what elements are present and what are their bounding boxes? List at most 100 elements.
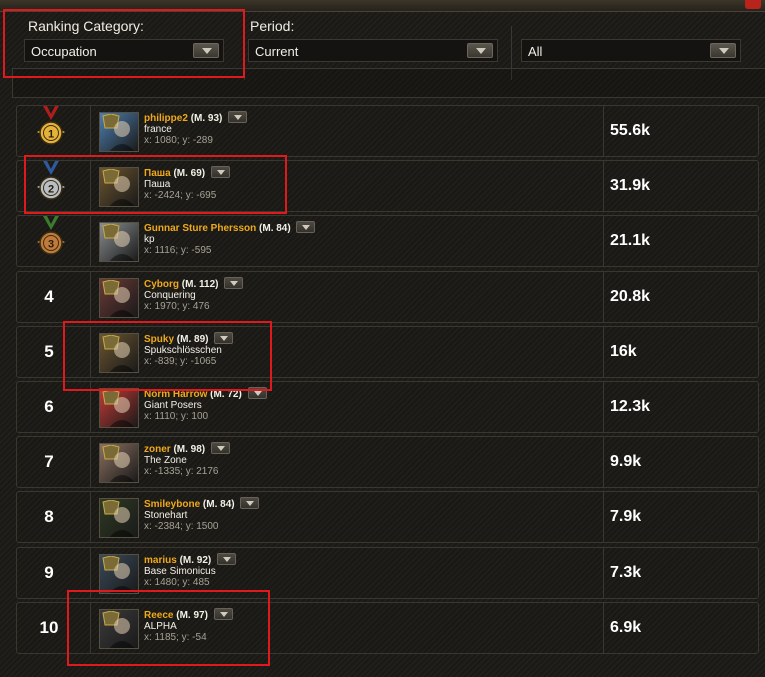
player-name[interactable]: Smileybone: [144, 499, 200, 510]
filter-bar: Ranking Category: Occupation Period: Cur…: [0, 12, 765, 80]
player-menu-chevron-icon[interactable]: [214, 331, 234, 344]
table-row[interactable]: 1 philippe2 (M. 93) france x: 1080; y: -…: [16, 105, 759, 157]
filter-spacer-band: [12, 68, 765, 98]
table-row[interactable]: 8 Smileybone (M. 84) Stonehart x: -2384;…: [16, 491, 759, 544]
medal-number: 1: [48, 129, 54, 141]
score-cell: 7.3k: [604, 548, 758, 598]
table-row[interactable]: 5 Spuky (M. 89) Spukschlösschen x: -839;…: [16, 325, 759, 378]
player-menu-chevron-icon[interactable]: [213, 607, 233, 620]
player-menu-chevron-icon[interactable]: [247, 387, 267, 399]
table-row[interactable]: 2 Паша (M. 69) Паша x: -2424; y: -695 31…: [16, 160, 759, 213]
avatar[interactable]: [99, 277, 139, 318]
score-cell: 12.3k: [604, 382, 758, 432]
player-menu-chevron-icon[interactable]: [240, 497, 260, 510]
coordinates[interactable]: x: -839; y: -1065: [144, 356, 233, 367]
coordinates[interactable]: x: 1080; y: -289: [144, 135, 247, 146]
rank-number: 7: [44, 452, 54, 472]
period-value: Current: [255, 44, 299, 59]
avatar[interactable]: [99, 608, 139, 649]
avatar[interactable]: [99, 167, 139, 208]
period-select[interactable]: Current: [248, 39, 498, 62]
avatar[interactable]: [99, 553, 139, 594]
player-portrait-icon: [109, 231, 135, 262]
score-value: 31.9k: [610, 177, 651, 195]
alliance-name: Паша: [144, 179, 171, 191]
rank-cell: 5: [17, 326, 91, 377]
coordinates[interactable]: x: -2384; y: 1500: [144, 521, 259, 532]
player-name[interactable]: Cyborg: [144, 279, 179, 290]
coordinates[interactable]: x: 1110; y: 100: [144, 411, 267, 422]
scope-filter: All: [511, 12, 765, 68]
chevron-down-icon[interactable]: [710, 43, 736, 58]
alliance-name: Giant Posers: [144, 400, 202, 411]
table-row[interactable]: 6 Norm Harrow (M. 72) Giant Posers x: 11…: [16, 381, 759, 433]
player-menu-chevron-icon[interactable]: [217, 552, 237, 565]
player-cell: Smileybone (M. 84) Stonehart x: -2384; y…: [91, 492, 604, 543]
coordinates[interactable]: x: 1480; y: 485: [144, 577, 236, 588]
player-portrait-icon: [109, 397, 135, 427]
score-cell: 7.9k: [604, 492, 758, 542]
score-value: 7.3k: [610, 563, 642, 581]
player-level: (M. 72): [210, 389, 242, 400]
coordinates[interactable]: x: -2424; y: -695: [144, 190, 230, 201]
silver-medal-icon: 2: [37, 161, 65, 200]
player-portrait-icon: [109, 341, 135, 372]
rank-cell: 6: [17, 382, 91, 432]
score-value: 6.9k: [610, 618, 642, 636]
player-info: Norm Harrow (M. 72) Giant Posers x: 1110…: [144, 387, 267, 422]
rank-number: 10: [39, 617, 59, 637]
player-menu-chevron-icon[interactable]: [210, 442, 230, 455]
score-value: 16k: [610, 342, 637, 360]
player-name[interactable]: Gunnar Sture Phersson: [144, 223, 256, 234]
player-menu-chevron-icon[interactable]: [296, 221, 316, 234]
player-portrait-icon: [109, 452, 135, 483]
player-name[interactable]: Reece: [144, 610, 173, 621]
table-row[interactable]: 7 zoner (M. 98) The Zone x: -1335; y: 21…: [16, 436, 759, 489]
ranking-category-value: Occupation: [31, 44, 97, 59]
bronze-medal-icon: 3: [37, 216, 65, 256]
avatar[interactable]: [99, 388, 139, 428]
player-name[interactable]: Spuky: [144, 334, 174, 345]
avatar[interactable]: [99, 112, 139, 152]
avatar[interactable]: [99, 332, 139, 373]
close-icon[interactable]: [745, 0, 761, 9]
scope-select[interactable]: All: [521, 39, 741, 62]
player-menu-chevron-icon[interactable]: [224, 276, 244, 289]
player-portrait-icon: [109, 617, 135, 648]
coordinates[interactable]: x: 1185; y: -54: [144, 632, 233, 643]
player-info: Gunnar Sture Phersson (M. 84) kp x: 1116…: [144, 221, 316, 256]
avatar[interactable]: [99, 222, 139, 263]
player-name[interactable]: philippe2: [144, 113, 188, 124]
alliance-name: Base Simonicus: [144, 565, 216, 577]
avatar[interactable]: [99, 498, 139, 539]
rank-cell: 4: [17, 271, 91, 322]
table-row[interactable]: 10 Reece (M. 97) ALPHA x: 1185; y: -54 6…: [16, 601, 759, 654]
player-cell: zoner (M. 98) The Zone x: -1335; y: 2176: [91, 437, 604, 488]
player-info: Cyborg (M. 112) Conquering x: 1970; y: 4…: [144, 276, 244, 312]
ranking-category-select[interactable]: Occupation: [24, 39, 224, 62]
player-name[interactable]: Паша: [144, 168, 171, 179]
player-menu-chevron-icon[interactable]: [228, 111, 248, 123]
chevron-down-icon[interactable]: [467, 43, 493, 58]
table-row[interactable]: 3 Gunnar Sture Phersson (M. 84) kp x: 11…: [16, 215, 759, 268]
player-name[interactable]: zoner: [144, 444, 171, 455]
player-menu-chevron-icon[interactable]: [210, 166, 230, 179]
player-level: (M. 92): [179, 554, 212, 566]
player-portrait-icon: [109, 286, 135, 317]
rank-cell: 10: [17, 602, 91, 653]
chevron-down-icon[interactable]: [193, 43, 219, 58]
player-info: zoner (M. 98) The Zone x: -1335; y: 2176: [144, 442, 230, 477]
coordinates[interactable]: x: 1116; y: -595: [144, 245, 315, 256]
player-level: (M. 93): [190, 113, 223, 124]
avatar[interactable]: [99, 443, 139, 484]
coordinates[interactable]: x: -1335; y: 2176: [144, 466, 230, 477]
coordinates[interactable]: x: 1970; y: 476: [144, 301, 243, 312]
player-level: (M. 84): [202, 499, 235, 511]
table-row[interactable]: 9 marius (M. 92) Base Simonicus x: 1480;…: [16, 546, 759, 599]
player-name[interactable]: marius: [144, 555, 177, 566]
score-cell: 9.9k: [604, 437, 758, 487]
table-row[interactable]: 4 Cyborg (M. 112) Conquering x: 1970; y:…: [16, 270, 759, 323]
player-name[interactable]: Norm Harrow: [144, 389, 207, 400]
score-cell: 21.1k: [604, 216, 758, 266]
player-cell: Norm Harrow (M. 72) Giant Posers x: 1110…: [91, 382, 604, 432]
